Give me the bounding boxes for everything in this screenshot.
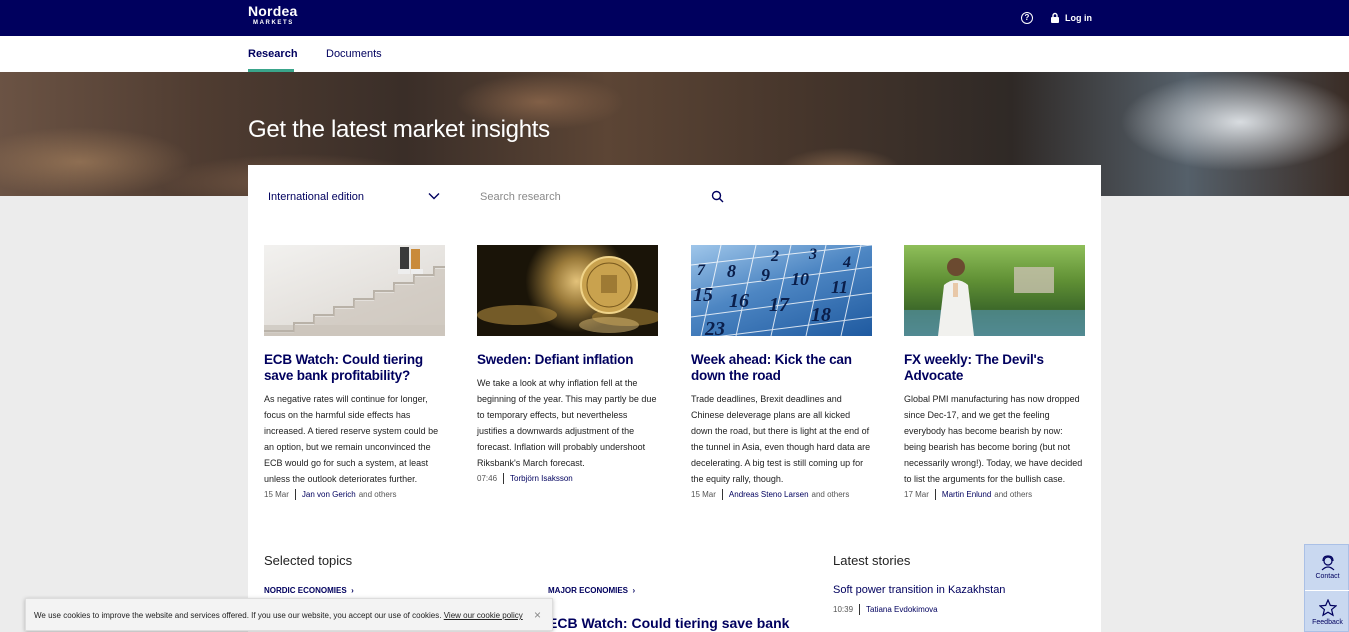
article-author[interactable]: Jan von Gerich <box>302 490 356 499</box>
calendar-illustration: 2 3 4 7 8 9 10 11 15 16 17 18 23 <box>691 245 872 336</box>
logo-text: Nordea <box>248 3 298 19</box>
nordea-markets-logo[interactable]: Nordea MARKETS <box>248 4 297 27</box>
selected-topics-heading: Selected topics <box>264 553 353 568</box>
meta-divider <box>859 604 861 615</box>
meta-divider <box>503 473 505 484</box>
calendar-number: 23 <box>704 318 725 336</box>
article-card[interactable]: FX weekly: The Devil's Advocate Global P… <box>904 245 1085 500</box>
article-meta: 07:46 Torbjörn Isaksson <box>477 473 658 484</box>
article-card[interactable]: 2 3 4 7 8 9 10 11 15 16 17 18 23 Week ah… <box>691 245 872 500</box>
article-date: 15 Mar <box>691 490 716 499</box>
calendar-number: 7 <box>697 262 706 279</box>
lock-icon <box>1051 12 1059 23</box>
tab-documents[interactable]: Documents <box>326 48 382 60</box>
cookie-message: We use cookies to improve the website an… <box>34 611 442 620</box>
feedback-label: Feedback <box>1312 619 1343 626</box>
article-author[interactable]: Andreas Steno Larsen <box>729 490 809 499</box>
star-icon <box>1318 599 1337 617</box>
calendar-number: 2 <box>770 248 779 265</box>
article-description: Trade deadlines, Brexit deadlines and Ch… <box>691 394 871 484</box>
tab-research[interactable]: Research <box>248 48 298 60</box>
article-title[interactable]: FX weekly: The Devil's Advocate <box>904 352 1085 384</box>
article-title[interactable]: ECB Watch: Could tiering save bank profi… <box>264 352 445 384</box>
meditation-illustration <box>904 258 1085 336</box>
topic-link-nordic[interactable]: NORDIC ECONOMIES › <box>264 586 354 595</box>
hero-title: Get the latest market insights <box>248 116 550 143</box>
calendar-number: 10 <box>791 269 809 289</box>
article-date: 07:46 <box>477 474 498 483</box>
cookie-text-wrap: We use cookies to improve the website an… <box>34 611 523 620</box>
meta-divider <box>934 489 936 500</box>
article-others: and others <box>811 490 850 499</box>
sub-navigation: Research Documents <box>0 36 1349 72</box>
article-date: 17 Mar <box>904 490 929 499</box>
article-meta: 15 Mar Andreas Steno Larsen and others <box>691 489 872 500</box>
meta-divider <box>721 489 723 500</box>
topic-link-major[interactable]: MAJOR ECONOMIES › <box>548 586 635 595</box>
chevron-right-icon: › <box>348 586 354 595</box>
article-others: and others <box>358 490 397 499</box>
calendar-number: 15 <box>693 284 713 306</box>
story-meta: 10:39 Tatiana Evdokimova <box>833 604 938 615</box>
article-image-stairs[interactable] <box>264 245 445 336</box>
article-others: and others <box>994 490 1033 499</box>
story-time: 10:39 <box>833 605 854 614</box>
top-bar: Nordea MARKETS ? Log in <box>0 0 1349 36</box>
story-title[interactable]: Soft power transition in Kazakhstan <box>833 584 1005 596</box>
calendar-number: 16 <box>729 290 749 312</box>
article-card[interactable]: Sweden: Defiant inflation We take a look… <box>477 245 658 484</box>
calendar-number: 17 <box>769 294 790 316</box>
story-author[interactable]: Tatiana Evdokimova <box>866 605 938 614</box>
calendar-number: 3 <box>808 246 817 263</box>
article-meta: 15 Mar Jan von Gerich and others <box>264 489 445 500</box>
article-description: Global PMI manufacturing has now dropped… <box>904 394 1083 484</box>
article-author[interactable]: Martin Enlund <box>942 490 991 499</box>
calendar-number: 8 <box>727 261 736 281</box>
calendar-number: 4 <box>842 254 851 271</box>
article-description: We take a look at why inflation fell at … <box>477 378 657 468</box>
topic-headline[interactable]: ECB Watch: Could tiering save bank <box>548 615 789 631</box>
article-image-meditation[interactable] <box>904 245 1085 336</box>
cookie-banner: We use cookies to improve the website an… <box>25 598 553 631</box>
calendar-number: 9 <box>761 265 770 285</box>
cookie-policy-link[interactable]: View our cookie policy <box>444 611 523 620</box>
feedback-button[interactable]: Feedback <box>1305 599 1349 626</box>
article-date: 15 Mar <box>264 490 289 499</box>
contact-label: Contact <box>1315 573 1340 580</box>
article-title[interactable]: Week ahead: Kick the can down the road <box>691 352 872 384</box>
topic-link-label: NORDIC ECONOMIES <box>264 586 347 595</box>
search-icon[interactable] <box>711 190 724 203</box>
edition-select[interactable]: International edition <box>268 191 364 203</box>
article-image-calendar[interactable]: 2 3 4 7 8 9 10 11 15 16 17 18 23 <box>691 245 872 336</box>
contact-button[interactable]: Contact <box>1305 555 1349 580</box>
article-description: As negative rates will continue for long… <box>264 394 439 484</box>
headset-icon <box>1321 555 1334 571</box>
close-icon[interactable]: × <box>534 608 541 622</box>
logo-subtext: MARKETS <box>253 20 294 26</box>
coins-illustration <box>477 256 658 333</box>
article-image-coins[interactable] <box>477 245 658 336</box>
login-label: Log in <box>1065 12 1092 23</box>
chevron-right-icon: › <box>630 586 636 595</box>
meta-divider <box>294 489 296 500</box>
help-icon[interactable]: ? <box>1021 12 1033 24</box>
login-button[interactable]: Log in <box>1050 12 1092 23</box>
feedback-sidebar: Contact Feedback <box>1304 544 1349 632</box>
article-card[interactable]: ECB Watch: Could tiering save bank profi… <box>264 245 445 500</box>
research-panel: International edition Search research EC… <box>248 165 1101 632</box>
sidebar-divider <box>1305 590 1349 591</box>
calendar-number: 11 <box>831 277 848 297</box>
article-author[interactable]: Torbjörn Isaksson <box>510 474 573 483</box>
stairs-illustration <box>264 247 445 336</box>
topic-link-label: MAJOR ECONOMIES <box>548 586 629 595</box>
chevron-down-icon[interactable] <box>428 190 440 202</box>
search-input[interactable] <box>480 187 710 207</box>
latest-stories-heading: Latest stories <box>833 553 911 568</box>
article-meta: 17 Mar Martin Enlund and others <box>904 489 1085 500</box>
article-title[interactable]: Sweden: Defiant inflation <box>477 352 658 368</box>
calendar-number: 18 <box>811 304 831 326</box>
